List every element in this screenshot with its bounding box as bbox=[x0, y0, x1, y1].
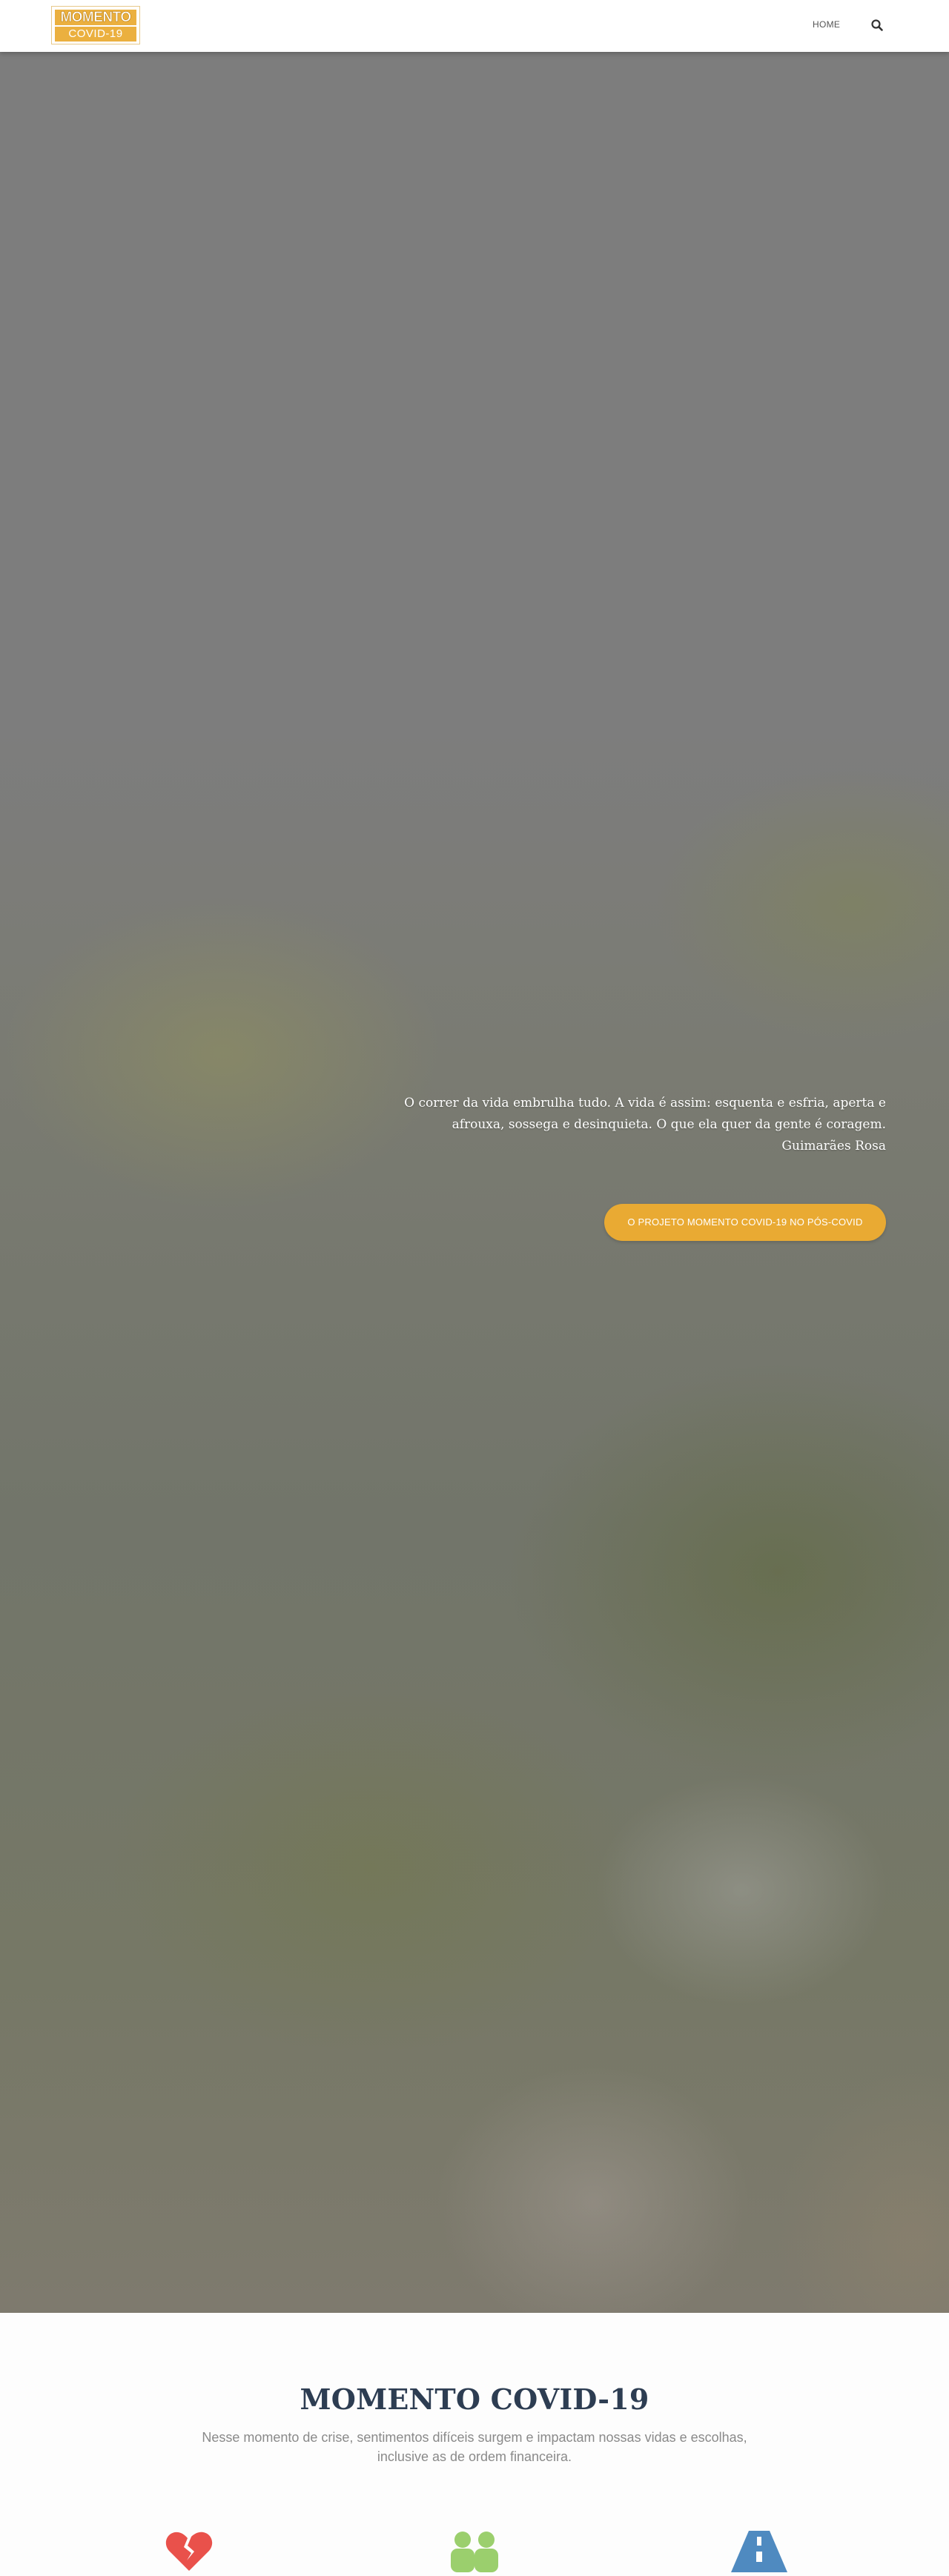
quote-line: O correr da vida embrulha tudo. A vida é… bbox=[404, 1096, 886, 1110]
quote-author: Guimarães Rosa bbox=[781, 1139, 886, 1153]
project-cta-button[interactable]: O PROJETO MOMENTO COVID-19 NO PÓS-COVID bbox=[604, 1204, 886, 1241]
logo-line-momento: MOMENTO bbox=[55, 9, 136, 25]
logo-line-covid: COVID-19 bbox=[55, 26, 136, 42]
search-icon[interactable] bbox=[870, 19, 884, 32]
subtitle-line: inclusive as de ordem financeira. bbox=[377, 2449, 572, 2464]
site-logo[interactable]: MOMENTO COVID-19 bbox=[51, 6, 140, 44]
hero-quote: O correr da vida embrulha tudo. A vida é… bbox=[367, 1093, 886, 1157]
section-title: MOMENTO COVID-19 bbox=[300, 2383, 649, 2416]
broken-heart-icon bbox=[165, 2531, 214, 2576]
subtitle-line: Nesse momento de crise, sentimentos difí… bbox=[202, 2430, 747, 2445]
nav-home-link[interactable]: HOME bbox=[813, 19, 840, 33]
hero-section: O correr da vida embrulha tudo. A vida é… bbox=[0, 52, 949, 2313]
quote-line: afrouxa, sossega e desinquieta. O que el… bbox=[452, 1117, 886, 1132]
features-section: MOMENTO COVID-19 Nesse momento de crise,… bbox=[0, 2313, 949, 2572]
users-icon bbox=[445, 2531, 504, 2576]
site-header: MOMENTO COVID-19 HOME bbox=[0, 0, 949, 52]
section-subtitle: Nesse momento de crise, sentimentos difí… bbox=[193, 2428, 756, 2466]
road-icon bbox=[731, 2531, 787, 2576]
